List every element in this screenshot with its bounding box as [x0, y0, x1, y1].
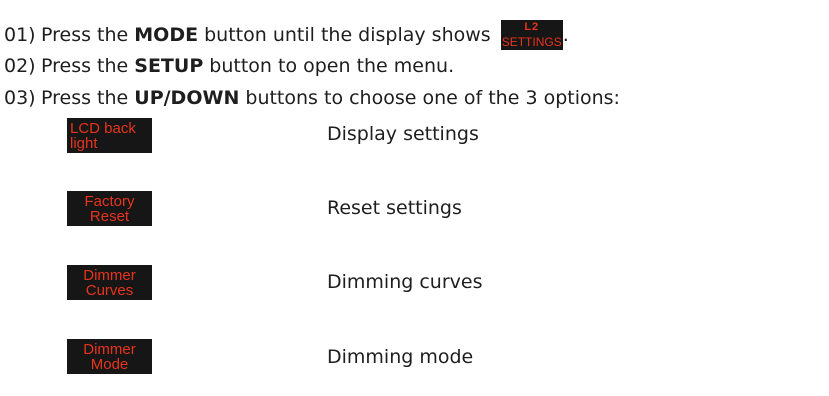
- step-number: 03): [4, 87, 36, 109]
- step-03: 03) Press the UP/DOWN buttons to choose o…: [4, 86, 620, 110]
- option-label-dimming-mode: Dimming mode: [327, 346, 474, 368]
- step-text: button to open the menu.: [203, 55, 455, 77]
- settings-display-icon: L2 SETTINGS: [500, 20, 563, 50]
- display-top-text: L2: [524, 21, 540, 33]
- step-number: 01): [4, 24, 36, 46]
- display-line-2: light: [70, 134, 98, 152]
- step-number: 02): [4, 55, 36, 77]
- display-bottom-text: SETTINGS: [501, 35, 562, 49]
- option-label-dimming-curves: Dimming curves: [327, 271, 483, 293]
- display-line-1: Dimmer: [83, 266, 136, 284]
- display-line-1: LCD back: [70, 119, 136, 137]
- step-text: Press the: [41, 24, 135, 46]
- display-line-2: Mode: [90, 355, 129, 373]
- display-line-1: Dimmer: [83, 340, 136, 358]
- step-text: button until the display shows: [198, 24, 497, 46]
- step-text: Press the: [41, 55, 135, 77]
- step-text: Press the: [41, 87, 135, 109]
- display-line-2: Curves: [85, 281, 134, 299]
- display-line-1: Factory: [84, 192, 135, 210]
- step-02: 02) Press the SETUP button to open the me…: [4, 54, 454, 78]
- cropped-previous-line: [0, 0, 829, 6]
- button-name-setup: SETUP: [134, 55, 204, 77]
- dimmer-mode-display-icon: Dimmer Mode: [67, 339, 152, 374]
- option-label-reset-settings: Reset settings: [327, 197, 462, 219]
- button-name-mode: MODE: [134, 24, 199, 46]
- step-text: buttons to choose one of the 3 options:: [239, 87, 620, 109]
- step-01: 01) Press the MODE button until the displ…: [4, 20, 569, 50]
- lcd-backlight-display-icon: LCD back light: [67, 118, 152, 153]
- option-label-display-settings: Display settings: [327, 123, 479, 145]
- button-name-up-down: UP/DOWN: [134, 87, 240, 109]
- dimmer-curves-display-icon: Dimmer Curves: [67, 265, 152, 300]
- display-line-2: Reset: [89, 207, 130, 225]
- factory-reset-display-icon: Factory Reset: [67, 191, 152, 226]
- step-end: .: [562, 24, 569, 46]
